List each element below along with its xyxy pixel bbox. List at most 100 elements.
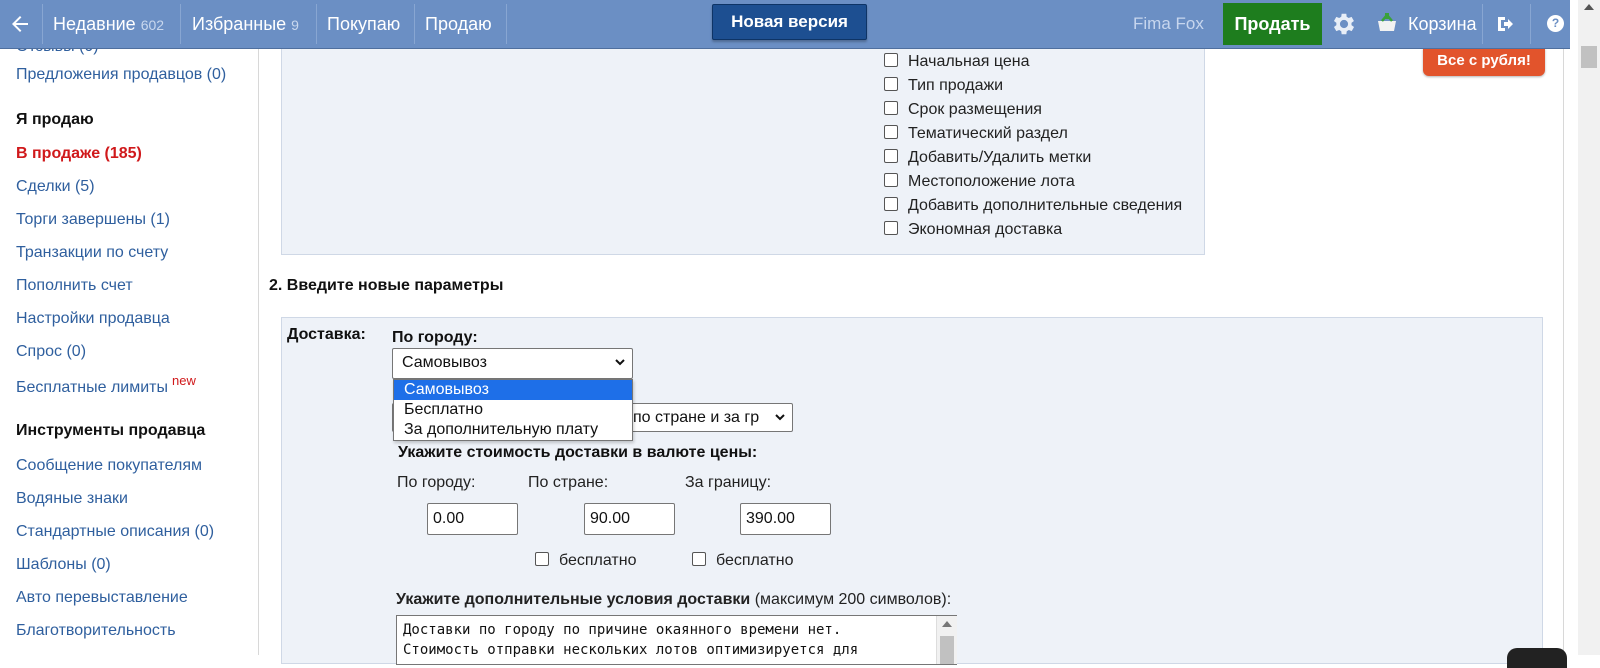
sidebar-item-auctions-finished[interactable]: Торги завершены (1) (16, 211, 170, 229)
country-free-checkbox[interactable]: бесплатно (535, 552, 637, 570)
param-checkbox-start-price[interactable]: Начальная цена (884, 53, 1029, 71)
city-delivery-dropdown: Самовывоз Бесплатно За дополнительную пл… (393, 379, 633, 441)
chevron-down-icon (775, 414, 785, 421)
checkbox[interactable] (884, 197, 898, 211)
select-value: по стране и за гр (633, 409, 760, 426)
cost-heading: Укажите стоимость доставки в валюте цены… (398, 444, 758, 461)
conditions-heading: Укажите дополнительные условия доставки … (396, 591, 951, 609)
scroll-thumb[interactable] (940, 636, 954, 664)
nav-separator (180, 4, 181, 44)
new-badge: new (172, 373, 196, 388)
checkbox[interactable] (884, 125, 898, 139)
cart-icon[interactable] (1376, 12, 1398, 34)
country-cost-input[interactable]: 90.00 (584, 503, 675, 535)
favorites-label: Избранные (192, 14, 287, 34)
favorites-count: 9 (291, 17, 299, 33)
checkbox[interactable] (884, 173, 898, 187)
nav-separator (42, 4, 43, 44)
back-arrow-icon[interactable] (8, 12, 32, 36)
checkbox[interactable] (884, 101, 898, 115)
param-checkbox-duration[interactable]: Срок размещения (884, 101, 1042, 119)
help-icon[interactable]: ? (1547, 15, 1564, 32)
checkbox-label: Тематический раздел (908, 125, 1068, 142)
checkbox[interactable] (884, 149, 898, 163)
sidebar-item-charity[interactable]: Благотворительность (16, 622, 176, 640)
sidebar-item-standard-descriptions[interactable]: Стандартные описания (0) (16, 523, 214, 541)
param-checkbox-category[interactable]: Тематический раздел (884, 125, 1068, 143)
param-checkbox-sale-type[interactable]: Тип продажи (884, 77, 1003, 95)
sidebar-item-transactions[interactable]: Транзакции по счету (16, 244, 168, 262)
dropdown-option-pickup[interactable]: Самовывоз (394, 380, 632, 400)
checkbox-label: бесплатно (559, 552, 637, 569)
cart-link[interactable]: Корзина (1408, 14, 1477, 35)
delivery-conditions-textarea[interactable]: Доставки по городу по причине окаянного … (396, 615, 957, 665)
page-scrollbar[interactable] (1578, 0, 1600, 655)
checkbox-label: Экономная доставка (908, 221, 1063, 238)
sidebar-item-watermarks[interactable]: Водяные знаки (16, 490, 128, 508)
by-city-label: По городу: (397, 474, 476, 491)
checkbox[interactable] (884, 77, 898, 91)
scroll-up-icon[interactable] (1584, 4, 1594, 10)
param-checkbox-economy-delivery[interactable]: Экономная доставка (884, 221, 1062, 239)
content-right-border (1563, 48, 1564, 655)
select-value: Самовывоз (402, 354, 487, 371)
param-checkbox-location[interactable]: Местоположение лота (884, 173, 1075, 191)
recent-link[interactable]: Недавние 602 (53, 14, 164, 35)
city-cost-input[interactable]: 0.00 (427, 503, 518, 535)
checkbox-label: Местоположение лота (908, 173, 1075, 190)
sidebar: Отзывы (0) Предложения продавцов (0) Я п… (0, 38, 258, 655)
checkbox[interactable] (884, 53, 898, 67)
sidebar-item-templates[interactable]: Шаблоны (0) (16, 556, 111, 574)
textarea-scrollbar[interactable] (936, 616, 957, 664)
selling-link[interactable]: Продаю (425, 14, 492, 35)
param-checkbox-extra-info[interactable]: Добавить дополнительные сведения (884, 197, 1182, 215)
sidebar-item-top-up[interactable]: Пополнить счет (16, 277, 133, 295)
checkbox[interactable] (535, 552, 549, 566)
logout-icon[interactable] (1496, 15, 1514, 33)
conditions-hint: (максимум 200 символов): (754, 591, 952, 608)
recent-count: 602 (140, 17, 165, 33)
checkbox-label: Начальная цена (908, 53, 1030, 70)
nav-separator (316, 4, 317, 44)
nav-separator (414, 4, 415, 44)
promo-badge[interactable]: Все с рубля! (1423, 48, 1545, 76)
sidebar-item-on-sale[interactable]: В продаже (185) (16, 145, 142, 163)
checkbox[interactable] (884, 221, 898, 235)
dropdown-option-extra-fee[interactable]: За дополнительную плату (394, 420, 632, 440)
checkbox-label: Срок размещения (908, 101, 1042, 118)
sidebar-item-seller-settings[interactable]: Настройки продавца (16, 310, 170, 328)
section-title-new-params: 2. Введите новые параметры (269, 277, 504, 294)
sidebar-item-auto-relist[interactable]: Авто перевыставление (16, 589, 188, 607)
checkbox-label: бесплатно (716, 552, 794, 569)
abroad-free-checkbox[interactable]: бесплатно (692, 552, 794, 570)
gear-icon[interactable] (1330, 10, 1358, 38)
recent-label: Недавние (53, 14, 136, 34)
nav-separator (1530, 4, 1531, 44)
sidebar-item-free-limits[interactable]: Бесплатные лимиты new (16, 373, 196, 397)
username-link[interactable]: Fima Fox (1133, 14, 1204, 34)
sidebar-item-message-buyers[interactable]: Сообщение покупателям (16, 457, 202, 475)
delivery-label: Доставка: (287, 326, 366, 343)
sidebar-item-demand[interactable]: Спрос (0) (16, 343, 86, 361)
buying-link[interactable]: Покупаю (327, 14, 400, 35)
abroad-cost-input[interactable]: 390.00 (740, 503, 831, 535)
conditions-heading-bold: Укажите дополнительные условия доставки (396, 591, 751, 608)
chat-widget-button[interactable] (1507, 648, 1567, 668)
nav-separator (1482, 4, 1483, 44)
abroad-label: За границу: (685, 474, 772, 491)
sidebar-item-deals[interactable]: Сделки (5) (16, 178, 95, 196)
nav-separator (506, 4, 507, 44)
checkbox[interactable] (692, 552, 706, 566)
favorites-link[interactable]: Избранные 9 (192, 14, 299, 35)
by-country-label: По стране: (528, 474, 609, 491)
scroll-thumb[interactable] (1581, 46, 1597, 68)
city-delivery-select[interactable]: Самовывоз (392, 348, 633, 379)
param-checkbox-tags[interactable]: Добавить/Удалить метки (884, 149, 1091, 167)
checkbox-label: Добавить/Удалить метки (908, 149, 1092, 166)
chevron-down-icon (615, 359, 625, 366)
sidebar-item-seller-offers[interactable]: Предложения продавцов (0) (16, 66, 226, 84)
scroll-up-icon[interactable] (942, 621, 952, 627)
sell-button[interactable]: Продать (1223, 3, 1322, 45)
new-version-button[interactable]: Новая версия (712, 4, 867, 40)
dropdown-option-free[interactable]: Бесплатно (394, 400, 632, 420)
